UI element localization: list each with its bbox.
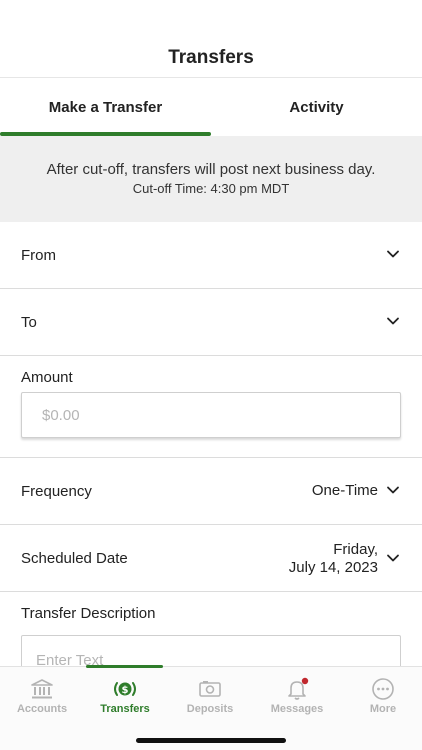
transfer-dollar-icon: $ xyxy=(114,682,136,696)
home-indicator[interactable] xyxy=(136,738,286,743)
nav-messages-label: Messages xyxy=(270,703,324,715)
app-header: Transfers xyxy=(0,0,422,78)
scheduled-date-select[interactable]: Scheduled Date Friday, July 14, 2023 xyxy=(0,525,422,592)
nav-accounts[interactable]: Accounts xyxy=(0,667,84,727)
scheduled-date-date: July 14, 2023 xyxy=(288,559,378,576)
bell-icon xyxy=(288,677,309,700)
chevron-down-icon xyxy=(387,250,399,258)
nav-deposits[interactable]: Deposits xyxy=(168,667,252,727)
nav-more[interactable]: More xyxy=(341,667,422,727)
scheduled-date-weekday: Friday, xyxy=(333,541,378,558)
tab-activity[interactable]: Activity xyxy=(211,78,422,136)
amount-placeholder: $0.00 xyxy=(42,407,80,424)
page-title: Transfers xyxy=(168,47,254,68)
chevron-down-icon xyxy=(387,486,399,494)
svg-text:$: $ xyxy=(122,685,129,696)
cutoff-time-text: Cut-off Time: 4:30 pm MDT xyxy=(132,181,290,196)
frequency-select[interactable]: Frequency One-Time xyxy=(0,458,422,525)
chevron-down-icon xyxy=(387,554,399,562)
nav-messages[interactable]: Messages xyxy=(255,667,339,727)
deposit-camera-icon xyxy=(199,681,221,697)
nav-transfers-label: Transfers xyxy=(100,703,150,715)
bank-icon xyxy=(31,679,53,699)
to-label: To xyxy=(21,314,37,331)
notification-badge xyxy=(301,677,309,685)
from-account-select[interactable]: From xyxy=(0,222,422,289)
cutoff-notice: After cut-off, transfers will post next … xyxy=(0,136,422,222)
description-section: Transfer Description Enter Text xyxy=(0,592,422,666)
scheduled-date-value: Friday, July 14, 2023 xyxy=(289,541,378,577)
nav-more-label: More xyxy=(369,703,397,715)
nav-deposits-label: Deposits xyxy=(186,703,234,715)
nav-accounts-label: Accounts xyxy=(16,703,68,715)
description-input[interactable]: Enter Text xyxy=(21,635,401,666)
to-account-select[interactable]: To xyxy=(0,289,422,356)
description-placeholder: Enter Text xyxy=(36,652,104,666)
nav-transfers[interactable]: $ Transfers xyxy=(83,667,167,727)
chevron-down-icon xyxy=(387,317,399,325)
amount-section: Amount $0.00 xyxy=(0,356,422,458)
frequency-value: One-Time xyxy=(311,482,378,499)
active-nav-indicator xyxy=(86,665,163,668)
cutoff-notice-text: After cut-off, transfers will post next … xyxy=(46,161,376,178)
tab-bar: Make a Transfer Activity xyxy=(0,78,422,136)
frequency-label: Frequency xyxy=(21,483,92,500)
amount-input[interactable]: $0.00 xyxy=(21,392,401,438)
more-dots-icon xyxy=(372,678,394,700)
amount-label: Amount xyxy=(21,369,73,386)
from-label: From xyxy=(21,247,56,264)
tab-make-a-transfer[interactable]: Make a Transfer xyxy=(0,78,211,136)
description-label: Transfer Description xyxy=(21,605,156,622)
scheduled-date-label: Scheduled Date xyxy=(21,550,128,567)
